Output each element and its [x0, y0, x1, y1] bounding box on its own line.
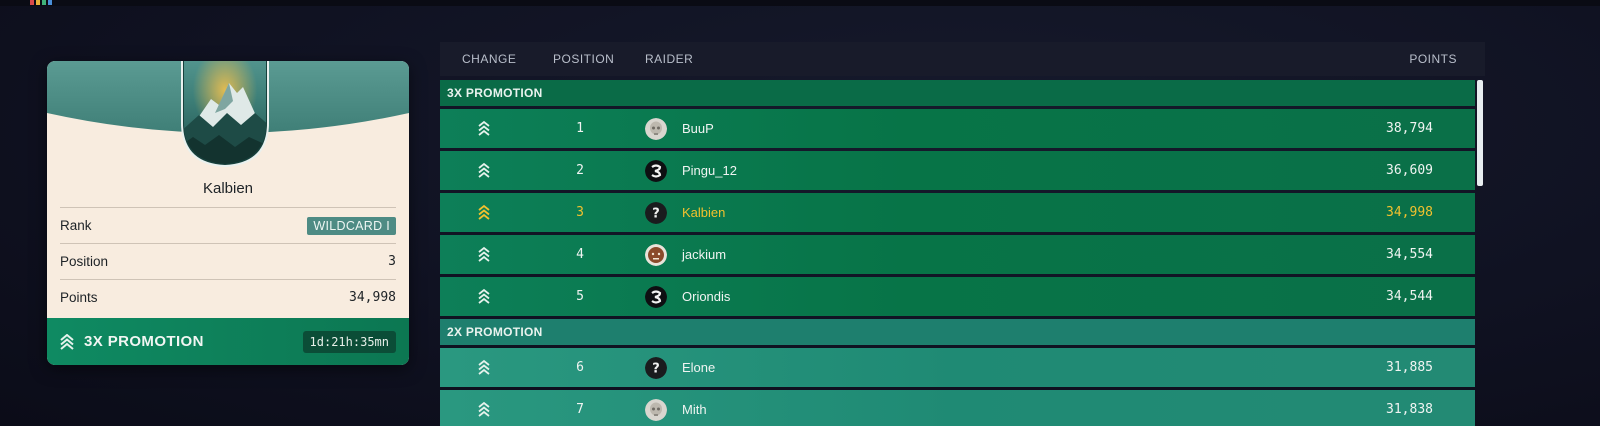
- position-label: Position: [60, 254, 109, 269]
- skull-avatar[interactable]: [645, 118, 667, 140]
- leaderboard-row[interactable]: 3? Kalbien 34,998: [440, 193, 1475, 232]
- promotion-footer: 3X PROMOTION 1d:21h:35mn: [47, 318, 409, 365]
- promotion-chevrons-icon: [477, 359, 491, 376]
- row-position: 3: [576, 205, 584, 220]
- promotion-chevrons-icon: [477, 204, 491, 221]
- column-raider[interactable]: RAIDER: [645, 52, 693, 66]
- rank-badge: WILDCARD I: [307, 216, 396, 235]
- scrollbar[interactable]: [1477, 80, 1483, 186]
- row-points: 34,544: [1386, 289, 1433, 304]
- points-row: Points 34,998: [60, 279, 396, 315]
- row-position: 2: [576, 163, 584, 178]
- section-header: 2X PROMOTION: [440, 319, 1475, 345]
- position-row: Position 3: [60, 243, 396, 279]
- profile-card: Kalbien Rank WILDCARD I Position 3 Point…: [47, 61, 409, 365]
- row-position: 1: [576, 121, 584, 136]
- raider-name[interactable]: BuuP: [682, 121, 714, 136]
- promotion-chevrons-icon: [60, 333, 74, 350]
- section-header: 3X PROMOTION: [440, 80, 1475, 106]
- promotion-chevrons-icon: [477, 401, 491, 418]
- unknown-avatar[interactable]: ?: [645, 357, 667, 379]
- promotion-chevrons-icon: [477, 162, 491, 179]
- row-points: 36,609: [1386, 163, 1433, 178]
- row-points: 38,794: [1386, 121, 1433, 136]
- promotion-label: 3X PROMOTION: [84, 333, 204, 350]
- leaderboard-row[interactable]: 2 Pingu_12 36,609: [440, 151, 1475, 190]
- column-change[interactable]: CHANGE: [462, 52, 516, 66]
- points-value: 34,998: [349, 290, 396, 305]
- leaderboard-header: CHANGE POSITION RAIDER POINTS: [440, 42, 1485, 76]
- raider-name[interactable]: Pingu_12: [682, 163, 737, 178]
- leaderboard-rows: 3X PROMOTION 1 BuuP 38,794 2 Pingu_12 36,609 3?…: [440, 80, 1475, 426]
- raider-name[interactable]: Oriondis: [682, 289, 730, 304]
- unknown-avatar[interactable]: ?: [645, 202, 667, 224]
- points-label: Points: [60, 290, 98, 305]
- row-position: 6: [576, 360, 584, 375]
- row-position: 4: [576, 247, 584, 262]
- raider-name[interactable]: Elone: [682, 360, 715, 375]
- row-points: 34,998: [1386, 205, 1433, 220]
- row-points: 31,885: [1386, 360, 1433, 375]
- rank-row: Rank WILDCARD I: [60, 207, 396, 243]
- player-name: Kalbien: [202, 180, 254, 197]
- promotion-chevrons-icon: [477, 246, 491, 263]
- raider-name[interactable]: jackium: [682, 247, 726, 262]
- svg-text:?: ?: [652, 362, 660, 377]
- skull-avatar[interactable]: [645, 399, 667, 421]
- raider-name[interactable]: Mith: [682, 402, 707, 417]
- column-points[interactable]: POINTS: [1409, 52, 1457, 66]
- mountain-crest-icon: [179, 61, 271, 167]
- leaderboard: CHANGE POSITION RAIDER POINTS 3X PROMOTI…: [440, 42, 1485, 426]
- row-points: 31,838: [1386, 402, 1433, 417]
- rank-label: Rank: [60, 218, 92, 233]
- leaderboard-row[interactable]: 4 jackium 34,554: [440, 235, 1475, 274]
- dark-logo-avatar[interactable]: [645, 286, 667, 308]
- countdown-timer: 1d:21h:35mn: [302, 330, 396, 353]
- face-avatar[interactable]: [645, 244, 667, 266]
- logo-icon: [30, 0, 60, 5]
- svg-text:?: ?: [652, 207, 660, 222]
- position-value: 3: [388, 254, 396, 269]
- leaderboard-row[interactable]: 6? Elone 31,885: [440, 348, 1475, 387]
- promotion-chevrons-icon: [477, 288, 491, 305]
- row-points: 34,554: [1386, 247, 1433, 262]
- raider-name[interactable]: Kalbien: [682, 205, 725, 220]
- top-bar: [0, 0, 1600, 6]
- leaderboard-row[interactable]: 1 BuuP 38,794: [440, 109, 1475, 148]
- row-position: 7: [576, 402, 584, 417]
- column-position[interactable]: POSITION: [553, 52, 614, 66]
- profile-info: Rank WILDCARD I Position 3 Points 34,998: [60, 207, 396, 315]
- leaderboard-row[interactable]: 5 Oriondis 34,544: [440, 277, 1475, 316]
- promotion-status: 3X PROMOTION: [60, 333, 204, 350]
- leaderboard-row[interactable]: 7 Mith 31,838: [440, 390, 1475, 426]
- row-position: 5: [576, 289, 584, 304]
- dark-logo-avatar[interactable]: [645, 160, 667, 182]
- promotion-chevrons-icon: [477, 120, 491, 137]
